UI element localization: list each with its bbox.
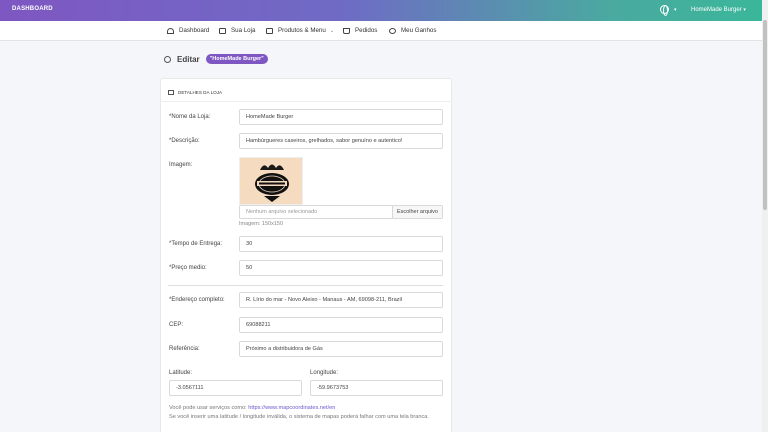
coordinates-warning: Se você inserir uma latitude / longitude… [169,414,429,420]
file-name-display: Nenhum arquivo selecionado [246,209,318,215]
latitude-input[interactable]: -3.0567111 [169,380,302,396]
nav-dashboard[interactable]: Dashboard [167,27,209,34]
store-name-badge: "HomeMade Burger" [205,54,268,64]
address-label: *Endereço completo: [169,297,225,303]
dashboard-brand[interactable]: DASHBOARD [12,6,53,12]
nav-label: Produtos & Menu [278,27,326,34]
latitude-label: Latitude: [169,370,193,376]
nav-label: Dashboard [179,27,210,34]
description-label: *Descrição: [169,138,200,144]
coins-icon [389,27,396,34]
image-label: Imagem: [169,162,193,168]
nav-label: Meu Ganhos [401,27,437,34]
help-text: Você pode usar serviços como: [169,405,249,411]
delivery-time-label: *Tempo de Entrega: [169,241,223,247]
globe-icon[interactable] [660,5,669,16]
page-title: Editar [177,54,200,64]
nav-produtos-menu[interactable]: Produtos & Menu ⌄ [266,27,334,34]
file-upload: Nenhum arquivo selecionado Escolher arqu… [239,205,443,219]
chevron-down-icon[interactable]: ▾ [674,7,677,13]
store-logo-image [239,157,303,205]
divider [168,285,443,286]
store-name-label: *Nome da Loja: [169,114,211,120]
image-size-hint: Imagem: 150x150 [239,221,284,227]
cep-input[interactable]: 69088211 [239,317,443,333]
divider [160,101,452,102]
average-price-label: *Preço medio: [169,265,207,271]
main-nav: Dashboard Sua Loja Produtos & Menu ⌄ Ped… [0,21,762,41]
nav-pedidos[interactable]: Pedidos [343,27,377,34]
coordinates-help: Você pode usar serviços como: https://ww… [169,405,335,411]
page-scrollbar[interactable] [762,0,768,432]
chevron-down-icon: ⌄ [329,27,335,34]
reference-label: Referência: [169,346,200,352]
nav-meu-ganhos[interactable]: Meu Ganhos [389,27,436,34]
reference-input[interactable]: Próximo a distribuidora de Gás [239,341,443,357]
choose-file-button[interactable]: Escolher arquivo [392,206,442,218]
cep-label: CEP: [169,322,184,328]
basket-icon [343,27,350,34]
delivery-time-input[interactable]: 30 [239,236,443,252]
chevron-down-icon: ▾ [743,7,746,13]
user-menu[interactable]: HomeMade Burger ▾ [691,7,746,13]
nav-label: Pedidos [355,27,378,34]
edit-circle-icon [164,55,171,63]
description-input[interactable]: Hambúrgueres caseiros, grelhados, sabor … [239,133,443,149]
scrollbar-thumb[interactable] [763,20,767,210]
speedometer-icon [167,27,174,34]
store-name-input[interactable]: HomeMade Burger [239,109,443,125]
user-name: HomeMade Burger [691,7,742,13]
average-price-input[interactable]: 50 [239,260,443,276]
longitude-input[interactable]: -59.9673753 [310,380,443,396]
nav-label: Sua Loja [231,27,256,34]
menu-book-icon [266,27,273,34]
longitude-label: Longitude: [310,370,339,376]
store-details-card [160,78,452,432]
top-bar: DASHBOARD ▾ HomeMade Burger ▾ [0,0,762,21]
card-title: DETALHES DA LOJA [178,90,223,95]
nav-sua-loja[interactable]: Sua Loja [219,27,255,34]
map-coordinates-link[interactable]: https://www.mapcoordinates.net/en [248,405,335,411]
address-input[interactable]: R. Lírio do mar - Novo Aleixo - Manaus -… [239,292,443,308]
store-icon [168,90,174,95]
store-icon [219,27,226,34]
page-header: Editar "HomeMade Burger" [164,54,268,64]
card-header: DETALHES DA LOJA [168,90,222,95]
